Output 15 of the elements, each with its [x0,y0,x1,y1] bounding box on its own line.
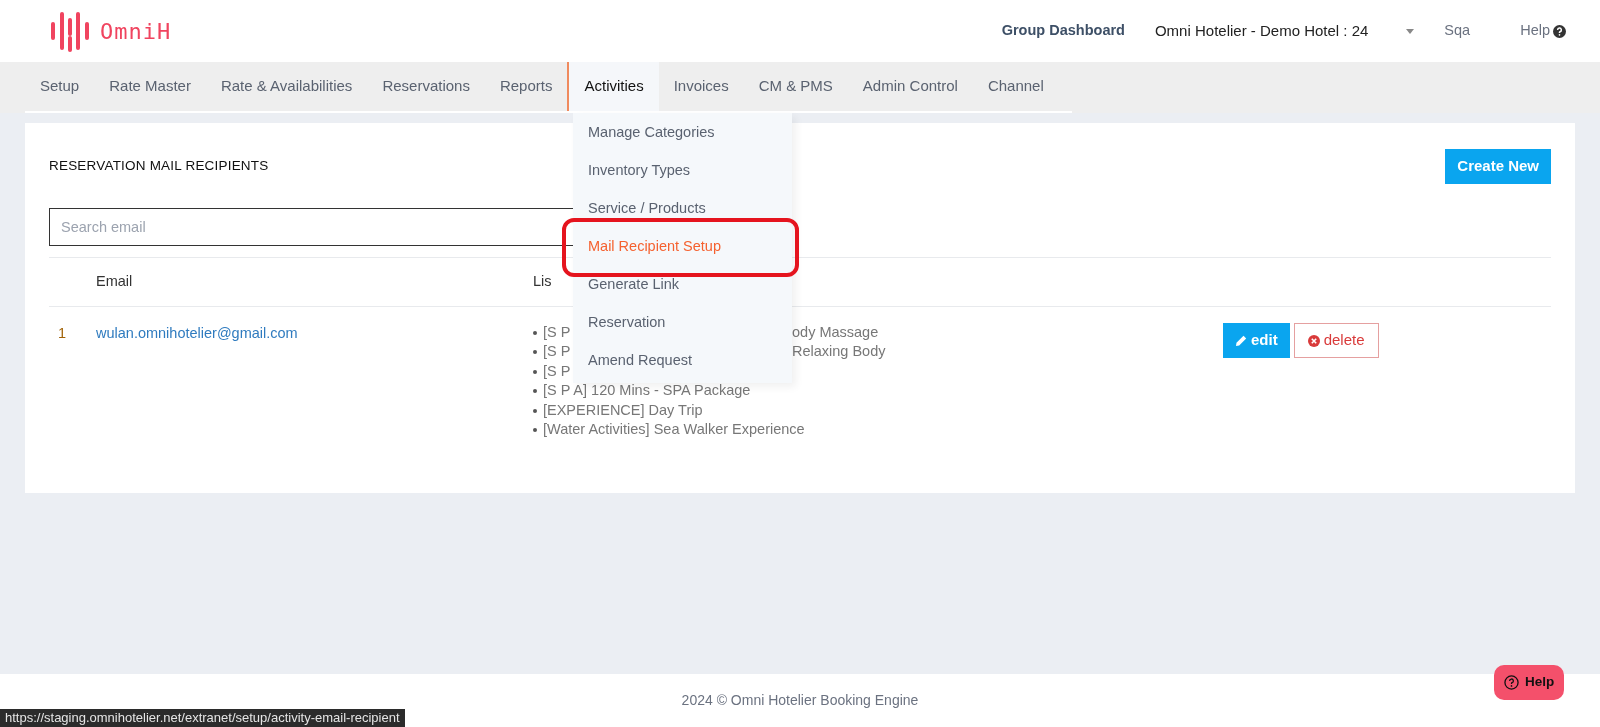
logo-text: OmniH [100,17,172,46]
list-item-text: [S P [543,342,571,362]
status-url: https://staging.omnihotelier.net/extranet/setup/activity-email-recipient [0,709,405,727]
footer-text: 2024 © Omni Hotelier Booking Engine [681,691,919,710]
list-item-text: [S P [543,361,571,381]
list-item-text: [S P A] 120 Mins - SPA Package [543,381,751,401]
column-header: Email [96,273,133,290]
list-item-text: Relaxing Body [792,342,886,362]
list-item-text: [EXPERIENCE] Day Trip [543,400,703,420]
column-header: Lis [533,273,552,290]
list-item-text: [Water Activities] Sea Walker Experience [543,420,805,440]
list-item-text: ody Massage [792,322,879,342]
row-number: 1 [58,325,67,341]
page-title: RESERVATION MAIL RECIPIENTS [49,157,269,176]
list-item-text: [S P [543,322,571,342]
